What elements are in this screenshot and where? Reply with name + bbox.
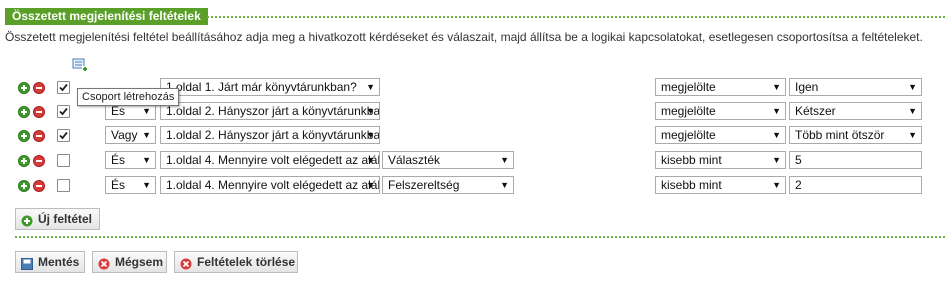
question-select[interactable]: 1.oldal 2. Hányszor járt a könyvtárunkba… bbox=[160, 102, 380, 120]
row-checkbox[interactable] bbox=[57, 81, 70, 94]
dropdown-arrow-icon: ▼ bbox=[772, 180, 781, 190]
operator-select[interactable]: megjelölte ▼ bbox=[655, 126, 786, 144]
logic-operator-value: És bbox=[111, 178, 126, 192]
save-icon bbox=[21, 256, 33, 270]
operator-value: kisebb mint bbox=[661, 178, 722, 192]
delete-conditions-label: Feltételek törlése bbox=[197, 255, 296, 269]
logic-operator-select[interactable]: És ▼ bbox=[105, 176, 156, 194]
save-button[interactable]: Mentés bbox=[15, 251, 85, 273]
operator-value: megjelölte bbox=[661, 80, 716, 94]
operator-select[interactable]: megjelölte ▼ bbox=[655, 102, 786, 120]
dropdown-arrow-icon: ▼ bbox=[772, 130, 781, 140]
remove-condition-icon[interactable] bbox=[33, 180, 45, 192]
condition-row: És ▼ 1.oldal 4. Mennyire volt elégedett az… bbox=[0, 176, 945, 196]
section-header: Összetett megjelenítési feltételek bbox=[5, 8, 945, 25]
answer-value: 5 bbox=[795, 153, 802, 167]
dropdown-arrow-icon: ▼ bbox=[366, 130, 375, 140]
footer-divider bbox=[15, 236, 945, 238]
logic-operator-value: És bbox=[111, 153, 126, 167]
remove-condition-icon[interactable] bbox=[33, 82, 45, 94]
new-condition-button[interactable]: Új feltétel bbox=[15, 208, 100, 230]
answer-select[interactable]: Kétszer ▼ bbox=[789, 102, 922, 120]
logic-operator-value: És bbox=[111, 104, 126, 118]
operator-value: megjelölte bbox=[661, 104, 716, 118]
section-title: Összetett megjelenítési feltételek bbox=[5, 8, 208, 25]
answer-input[interactable]: 5 bbox=[789, 151, 922, 169]
question-select[interactable]: 1.oldal 1. Járt már könyvtárunkban? ▼ bbox=[160, 78, 380, 96]
dropdown-arrow-icon: ▼ bbox=[500, 155, 509, 165]
create-group-tooltip: Csoport létrehozás bbox=[77, 88, 180, 106]
answer-value: Igen bbox=[795, 80, 819, 94]
add-condition-icon[interactable] bbox=[18, 106, 30, 118]
logic-operator-select[interactable]: Vagy ▼ bbox=[105, 126, 156, 144]
remove-condition-icon[interactable] bbox=[33, 130, 45, 142]
cancel-button[interactable]: Mégsem bbox=[92, 251, 167, 273]
sub-question-value: Választék bbox=[388, 153, 441, 167]
logic-operator-value: Vagy bbox=[111, 128, 138, 142]
remove-condition-icon[interactable] bbox=[33, 155, 45, 167]
add-condition-icon[interactable] bbox=[18, 180, 30, 192]
add-condition-icon[interactable] bbox=[18, 130, 30, 142]
row-checkbox[interactable] bbox=[57, 129, 70, 142]
add-condition-icon[interactable] bbox=[18, 155, 30, 167]
question-select[interactable]: 1.oldal 4. Mennyire volt elégedett az al… bbox=[160, 176, 380, 194]
dropdown-arrow-icon: ▼ bbox=[500, 180, 509, 190]
sub-question-select[interactable]: Felszereltség ▼ bbox=[382, 176, 514, 194]
save-label: Mentés bbox=[38, 255, 80, 269]
operator-select[interactable]: kisebb mint ▼ bbox=[655, 151, 786, 169]
section-description: Összetett megjelenítési feltétel beállít… bbox=[5, 30, 923, 44]
sub-question-select[interactable]: Választék ▼ bbox=[382, 151, 514, 169]
answer-value: Kétszer bbox=[795, 104, 836, 118]
add-condition-icon[interactable] bbox=[18, 82, 30, 94]
answer-value: 2 bbox=[795, 178, 802, 192]
question-select[interactable]: 1.oldal 2. Hányszor járt a könyvtárunkba… bbox=[160, 126, 380, 144]
dropdown-arrow-icon: ▼ bbox=[772, 82, 781, 92]
dropdown-arrow-icon: ▼ bbox=[772, 155, 781, 165]
question-value: 1.oldal 2. Hányszor járt a könyvtárunkba… bbox=[166, 128, 380, 142]
dropdown-arrow-icon: ▼ bbox=[366, 180, 375, 190]
operator-select[interactable]: kisebb mint ▼ bbox=[655, 176, 786, 194]
question-value: 1.oldal 1. Járt már könyvtárunkban? bbox=[166, 80, 357, 94]
create-group-icon[interactable] bbox=[72, 58, 88, 72]
dropdown-arrow-icon: ▼ bbox=[772, 106, 781, 116]
dropdown-arrow-icon: ▼ bbox=[366, 82, 375, 92]
answer-input[interactable]: 2 bbox=[789, 176, 922, 194]
question-value: 1.oldal 4. Mennyire volt elégedett az al… bbox=[166, 153, 379, 167]
operator-value: megjelölte bbox=[661, 128, 716, 142]
cancel-label: Mégsem bbox=[115, 255, 164, 269]
answer-select[interactable]: Több mint ötször ▼ bbox=[789, 126, 922, 144]
delete-conditions-button[interactable]: Feltételek törlése bbox=[174, 251, 298, 273]
operator-value: kisebb mint bbox=[661, 153, 722, 167]
operator-select[interactable]: megjelölte ▼ bbox=[655, 78, 786, 96]
dropdown-arrow-icon: ▼ bbox=[142, 155, 151, 165]
dropdown-arrow-icon: ▼ bbox=[366, 155, 375, 165]
dropdown-arrow-icon: ▼ bbox=[908, 82, 917, 92]
dropdown-arrow-icon: ▼ bbox=[142, 180, 151, 190]
logic-operator-select[interactable]: És ▼ bbox=[105, 151, 156, 169]
cancel-icon bbox=[98, 256, 110, 270]
delete-icon bbox=[180, 256, 192, 270]
answer-select[interactable]: Igen ▼ bbox=[789, 78, 922, 96]
row-checkbox[interactable] bbox=[57, 154, 70, 167]
row-checkbox[interactable] bbox=[57, 179, 70, 192]
remove-condition-icon[interactable] bbox=[33, 106, 45, 118]
question-value: 1.oldal 4. Mennyire volt elégedett az al… bbox=[166, 178, 379, 192]
dropdown-arrow-icon: ▼ bbox=[142, 130, 151, 140]
dropdown-arrow-icon: ▼ bbox=[366, 106, 375, 116]
add-icon bbox=[21, 213, 33, 227]
condition-row: És ▼ 1.oldal 4. Mennyire volt elégedett az… bbox=[0, 151, 945, 171]
condition-row: Vagy ▼ 1.oldal 2. Hányszor járt a könyvtár… bbox=[0, 126, 945, 146]
question-select[interactable]: 1.oldal 4. Mennyire volt elégedett az al… bbox=[160, 151, 380, 169]
new-condition-label: Új feltétel bbox=[38, 212, 93, 226]
sub-question-value: Felszereltség bbox=[388, 178, 460, 192]
row-checkbox[interactable] bbox=[57, 105, 70, 118]
dropdown-arrow-icon: ▼ bbox=[908, 106, 917, 116]
answer-value: Több mint ötször bbox=[795, 128, 885, 142]
dropdown-arrow-icon: ▼ bbox=[908, 130, 917, 140]
header-divider bbox=[207, 16, 945, 18]
question-value: 1.oldal 2. Hányszor járt a könyvtárunkba… bbox=[166, 104, 380, 118]
